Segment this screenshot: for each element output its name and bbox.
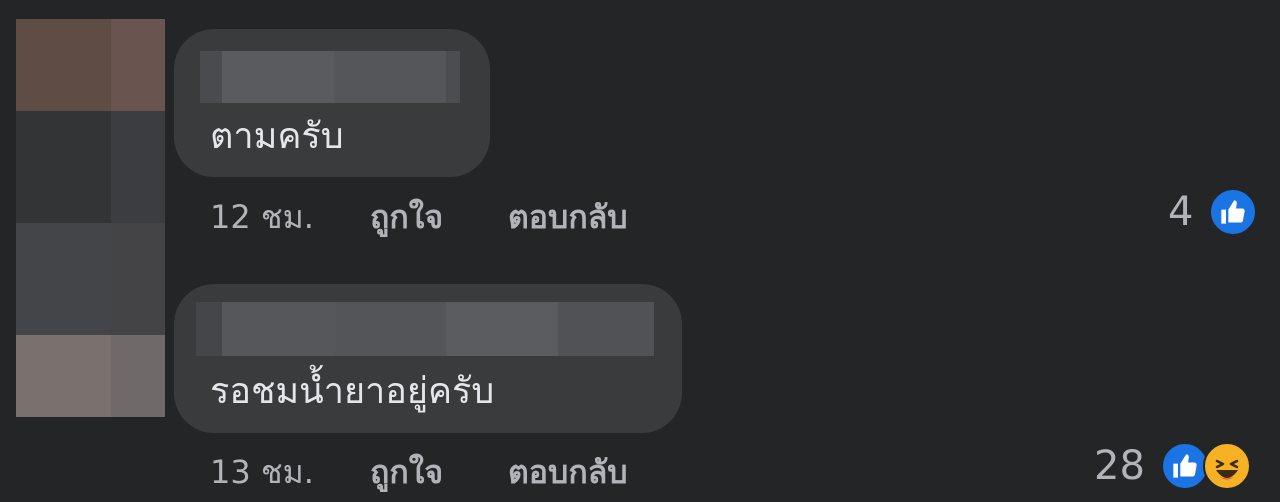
comment-meta: 12 ชม. ถูกใจ ตอบกลับ xyxy=(210,197,628,237)
haha-icon xyxy=(1202,442,1251,490)
comment-bubble: รอชมน้ำยาอยู่ครับ xyxy=(174,284,682,433)
avatar-pixel xyxy=(111,19,165,111)
comment-timestamp[interactable]: 13 ชม. xyxy=(210,452,370,492)
reaction-summary[interactable]: 4 xyxy=(1168,188,1258,236)
avatar-pixel xyxy=(111,223,165,335)
avatar-pixel xyxy=(111,335,165,417)
author-name-redacted[interactable] xyxy=(196,302,654,356)
avatar[interactable] xyxy=(16,19,165,417)
like-icon xyxy=(1160,442,1209,490)
avatar-pixel xyxy=(16,19,111,111)
comment-timestamp[interactable]: 12 ชม. xyxy=(210,197,370,237)
like-button[interactable]: ถูกใจ xyxy=(370,452,508,492)
comment-text: รอชมน้ำยาอยู่ครับ xyxy=(210,371,495,412)
reaction-summary[interactable]: 28 xyxy=(1094,442,1251,490)
comment-meta: 13 ชม. ถูกใจ ตอบกลับ xyxy=(210,452,628,492)
comment-bubble: ตามครับ xyxy=(174,29,490,177)
like-button[interactable]: ถูกใจ xyxy=(370,197,508,237)
avatar-pixel xyxy=(16,111,111,223)
avatar-pixel xyxy=(111,111,165,223)
comment-thread: ตามครับ 12 ชม. ถูกใจ ตอบกลับ 4 รอชมน้ำยา… xyxy=(0,0,1280,502)
reply-button[interactable]: ตอบกลับ xyxy=(508,197,628,237)
comment-text: ตามครับ xyxy=(210,116,344,157)
reaction-count: 28 xyxy=(1094,443,1145,489)
reply-button[interactable]: ตอบกลับ xyxy=(508,452,628,492)
reaction-count: 4 xyxy=(1168,189,1194,235)
like-icon xyxy=(1209,188,1258,236)
author-name-redacted[interactable] xyxy=(200,51,460,103)
avatar-pixel xyxy=(16,223,111,335)
avatar-pixel xyxy=(16,335,111,417)
